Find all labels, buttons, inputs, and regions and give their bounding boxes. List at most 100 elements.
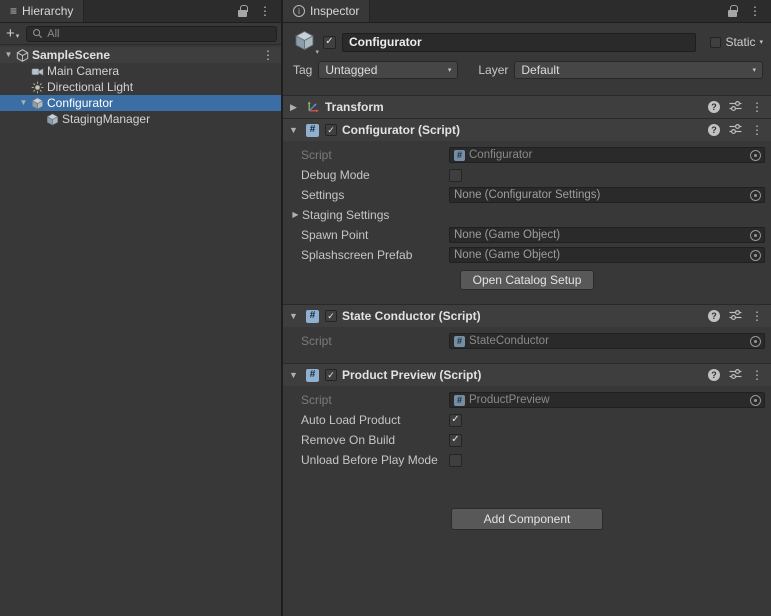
object-field-value: Configurator (469, 149, 746, 161)
inspector-tabbar-actions: ⋮ (718, 0, 771, 22)
script-object-field[interactable]: #StateConductor (449, 333, 765, 349)
foldout-arrow[interactable]: ▶ (287, 103, 300, 112)
object-field-value: ProductPreview (469, 394, 746, 406)
cube-icon (294, 30, 315, 54)
remove-on-build-checkbox[interactable]: ✓ (449, 434, 462, 447)
script-object-field[interactable]: #ProductPreview (449, 392, 765, 408)
component-header-actions: ? ⋮ (708, 100, 763, 115)
component-header-configurator-script[interactable]: ▼#✓Configurator (Script)? ⋮ (283, 119, 771, 141)
component-transform: ▶ Transform? ⋮ (283, 95, 771, 118)
kebab-menu-icon[interactable]: ⋮ (259, 5, 271, 17)
inspector-content: ▾ ✓ Static ▾ Tag Untagged ▾ (283, 23, 771, 616)
tag-layer-row: Tag Untagged ▾ Layer Default ▾ (291, 61, 763, 79)
script-icon: # (454, 336, 465, 347)
debug-mode-checkbox[interactable] (449, 169, 462, 182)
add-component-button[interactable]: Add Component (451, 508, 604, 530)
hierarchy-tabbar-actions: ⋮ (228, 0, 281, 22)
open-catalog-setup-button[interactable]: Open Catalog Setup (460, 270, 595, 290)
help-icon[interactable]: ? (708, 369, 720, 381)
hierarchy-item-main-camera[interactable]: Main Camera (0, 63, 281, 79)
auto-load-product-checkbox[interactable]: ✓ (449, 414, 462, 427)
settings-object-field[interactable]: None (Configurator Settings) (449, 187, 765, 203)
gameobject-header: ▾ ✓ Static ▾ Tag Untagged ▾ (283, 23, 771, 95)
component-enabled-checkbox[interactable]: ✓ (325, 124, 337, 136)
component-header-transform[interactable]: ▶ Transform? ⋮ (283, 96, 771, 118)
component-enabled-checkbox[interactable]: ✓ (325, 310, 337, 322)
script-object-field[interactable]: #Configurator (449, 147, 765, 163)
help-icon[interactable]: ? (708, 124, 720, 136)
component-enabled-checkbox[interactable]: ✓ (325, 369, 337, 381)
object-picker-icon[interactable] (750, 250, 761, 261)
component-header-actions: ? ⋮ (708, 368, 763, 383)
property-row-auto-load-product: Auto Load Product✓ (283, 410, 771, 430)
presets-icon[interactable] (729, 100, 742, 115)
property-value (449, 169, 765, 182)
component-configurator-script: ▼#✓Configurator (Script)? ⋮Script#Config… (283, 118, 771, 304)
object-picker-icon[interactable] (750, 150, 761, 161)
tag-dropdown[interactable]: Untagged ▾ (318, 61, 458, 79)
foldout-arrow[interactable]: ▼ (287, 126, 300, 135)
kebab-menu-icon[interactable]: ⋮ (751, 369, 763, 381)
script-icon: # (305, 123, 320, 138)
lock-icon[interactable] (238, 10, 247, 17)
component-header-product-preview-script[interactable]: ▼#✓Product Preview (Script)? ⋮ (283, 364, 771, 386)
gameobject-icon[interactable]: ▾ (291, 30, 317, 54)
property-row-remove-on-build: Remove On Build✓ (283, 430, 771, 450)
foldout-arrow[interactable]: ▼ (2, 51, 15, 59)
component-body: Script#ConfiguratorDebug ModeSettingsNon… (283, 141, 771, 304)
scene-icon (15, 48, 29, 62)
foldout-arrow[interactable]: ▼ (287, 371, 300, 380)
object-picker-icon[interactable] (750, 395, 761, 406)
hierarchy-item-label: Configurator (47, 96, 113, 110)
inspector-tabbar: i Inspector ⋮ (283, 0, 771, 23)
help-icon[interactable]: ? (708, 310, 720, 322)
property-label: Debug Mode (301, 168, 449, 182)
hierarchy-search-input[interactable]: All (26, 26, 277, 42)
object-picker-icon[interactable] (750, 336, 761, 347)
cube-icon (30, 96, 44, 110)
chevron-down-icon: ▾ (16, 33, 20, 40)
component-header-actions: ? ⋮ (708, 309, 763, 324)
light-icon (30, 80, 44, 94)
foldout-arrow[interactable]: ▼ (287, 312, 300, 321)
static-toggle[interactable]: Static ▾ (710, 35, 763, 49)
kebab-menu-icon[interactable]: ⋮ (751, 124, 763, 136)
help-icon[interactable]: ? (708, 101, 720, 113)
hierarchy-item-samplescene[interactable]: ▼ SampleScene⋮ (0, 47, 281, 63)
create-object-button[interactable]: + ▾ (4, 28, 21, 40)
object-picker-icon[interactable] (750, 190, 761, 201)
tab-hierarchy[interactable]: ≡ Hierarchy (0, 0, 84, 22)
transform-icon (305, 100, 320, 115)
hierarchy-item-directional-light[interactable]: Directional Light (0, 79, 281, 95)
property-value: ✓ (449, 434, 765, 447)
foldout-arrow[interactable]: ▶ (289, 211, 302, 219)
spawn-point-object-field[interactable]: None (Game Object) (449, 227, 765, 243)
property-value (449, 454, 765, 467)
splashscreen-prefab-object-field[interactable]: None (Game Object) (449, 247, 765, 263)
tab-inspector[interactable]: i Inspector (283, 0, 370, 22)
object-field-value: None (Game Object) (454, 229, 746, 241)
script-icon: # (306, 369, 319, 382)
presets-icon[interactable] (729, 368, 742, 383)
hierarchy-item-configurator[interactable]: ▼ Configurator (0, 95, 281, 111)
script-icon: # (306, 124, 319, 137)
component-header-state-conductor-script[interactable]: ▼#✓State Conductor (Script)? ⋮ (283, 305, 771, 327)
gameobject-name-input[interactable] (342, 33, 696, 52)
hierarchy-item-stagingmanager[interactable]: StagingManager (0, 111, 281, 127)
search-placeholder: All (47, 28, 59, 40)
lock-icon[interactable] (728, 10, 737, 17)
active-checkbox[interactable]: ✓ (323, 36, 336, 49)
layer-dropdown[interactable]: Default ▾ (514, 61, 763, 79)
kebab-menu-icon[interactable]: ⋮ (751, 310, 763, 322)
foldout-arrow[interactable]: ▼ (17, 99, 30, 107)
object-picker-icon[interactable] (750, 230, 761, 241)
unload-before-play-mode-checkbox[interactable] (449, 454, 462, 467)
chevron-down-icon: ▾ (315, 48, 319, 56)
presets-icon[interactable] (729, 123, 742, 138)
kebab-menu-icon[interactable]: ⋮ (751, 101, 763, 113)
kebab-menu-icon[interactable]: ⋮ (262, 48, 281, 62)
property-label: Remove On Build (301, 433, 449, 447)
kebab-menu-icon[interactable]: ⋮ (749, 5, 761, 17)
static-checkbox[interactable] (710, 37, 721, 48)
presets-icon[interactable] (729, 309, 742, 324)
